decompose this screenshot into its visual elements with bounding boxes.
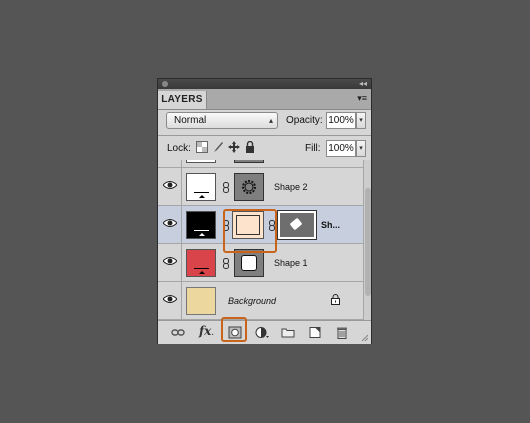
scrollbar-thumb[interactable] bbox=[365, 188, 371, 296]
layer-name: Sh... bbox=[321, 220, 341, 230]
vector-mask-thumbnail[interactable] bbox=[234, 173, 264, 201]
divider bbox=[158, 135, 371, 136]
lock-label: Lock: bbox=[167, 143, 191, 154]
add-mask-button-highlight bbox=[221, 317, 247, 342]
layer-thumbnail bbox=[186, 173, 216, 201]
layer-row-partial[interactable] bbox=[158, 160, 363, 168]
visibility-column bbox=[158, 206, 182, 243]
vector-mark-triangle bbox=[199, 271, 205, 274]
layer-thumbnail bbox=[186, 287, 216, 315]
panel-titlebar[interactable]: ◂◂ bbox=[158, 79, 371, 89]
fx-icon[interactable]: fx. bbox=[199, 324, 214, 338]
eye-icon[interactable] bbox=[163, 256, 177, 266]
adjustment-layer-icon[interactable] bbox=[255, 326, 269, 339]
resize-grip-icon[interactable] bbox=[361, 334, 369, 342]
panel-menu-icon[interactable]: ▾≡ bbox=[357, 93, 367, 103]
lock-icon bbox=[331, 294, 340, 305]
selected-mask-highlight bbox=[223, 209, 277, 253]
lock-pixels-icon[interactable] bbox=[212, 141, 224, 153]
vector-mask-thumbnail bbox=[234, 160, 264, 163]
vector-mark-triangle bbox=[199, 195, 205, 198]
panel-bottom-bar: fx. bbox=[158, 320, 371, 344]
chain-link-icon[interactable] bbox=[223, 182, 229, 193]
layer-thumbnail bbox=[186, 160, 216, 163]
layer-row-shape-2[interactable]: Shape 2 bbox=[158, 168, 363, 206]
opacity-dropdown-arrow[interactable]: ▾ bbox=[356, 112, 366, 129]
visibility-column bbox=[158, 168, 182, 205]
chain-link-icon[interactable] bbox=[223, 258, 229, 269]
lock-position-icon[interactable] bbox=[228, 141, 240, 153]
layer-name: Shape 1 bbox=[274, 258, 308, 268]
rounded-square-shape bbox=[241, 255, 257, 271]
blend-mode-value: Normal bbox=[174, 115, 207, 126]
lock-transparency-icon[interactable] bbox=[196, 141, 208, 153]
close-icon[interactable] bbox=[162, 81, 168, 87]
eye-icon[interactable] bbox=[163, 294, 177, 304]
blend-mode-select[interactable]: Normal ▴ bbox=[166, 112, 278, 129]
vector-mark-triangle bbox=[199, 233, 205, 236]
layers-scrollbar[interactable] bbox=[363, 160, 371, 320]
tab-layers[interactable]: LAYERS bbox=[158, 91, 207, 109]
new-group-icon[interactable] bbox=[281, 326, 295, 339]
layer-thumbnail bbox=[186, 249, 216, 277]
collapse-icon[interactable]: ◂◂ bbox=[359, 79, 367, 89]
trash-icon[interactable] bbox=[335, 326, 349, 339]
fill-dropdown-arrow[interactable]: ▾ bbox=[356, 140, 366, 157]
eye-icon[interactable] bbox=[163, 180, 177, 190]
opacity-input[interactable]: 100% bbox=[326, 112, 356, 129]
gear-shape-icon bbox=[242, 180, 256, 194]
new-layer-icon[interactable] bbox=[308, 326, 322, 339]
layer-name: Shape 2 bbox=[274, 182, 308, 192]
vector-mask-thumbnail[interactable] bbox=[234, 249, 264, 277]
layer-thumbnail bbox=[186, 211, 216, 239]
lock-all-icon[interactable] bbox=[244, 141, 256, 153]
fill-input[interactable]: 100% bbox=[326, 140, 356, 157]
layer-row-background[interactable]: Background bbox=[158, 282, 363, 320]
layer-name: Background bbox=[228, 296, 277, 306]
visibility-column bbox=[158, 282, 182, 319]
eye-icon[interactable] bbox=[163, 218, 177, 228]
fill-label: Fill: bbox=[305, 143, 321, 154]
select-arrows-icon: ▴ bbox=[268, 116, 273, 125]
link-layers-icon[interactable] bbox=[171, 326, 185, 339]
layers-panel: ◂◂ LAYERS ▾≡ Normal ▴ Opacity: 100% ▾ Lo… bbox=[157, 78, 372, 344]
panel-tabbar: LAYERS ▾≡ bbox=[158, 89, 371, 110]
vector-mask-thumbnail[interactable] bbox=[277, 210, 317, 240]
rounded-rect-shape-icon bbox=[290, 218, 302, 230]
visibility-column bbox=[158, 160, 182, 167]
opacity-label: Opacity: bbox=[286, 115, 323, 126]
visibility-column bbox=[158, 244, 182, 281]
